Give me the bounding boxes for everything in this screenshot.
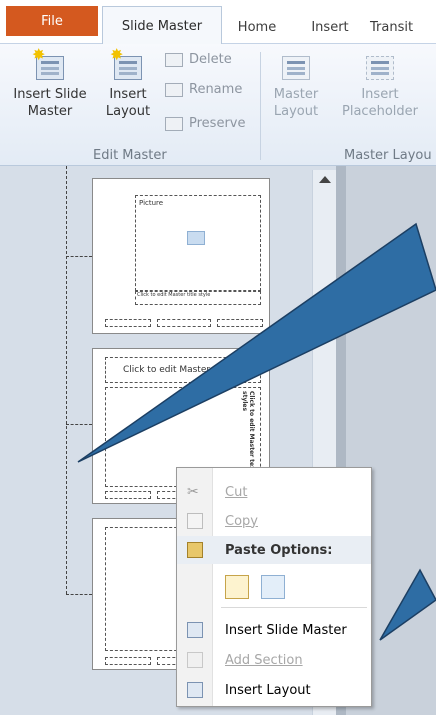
caption-placeholder-text: Click to edit Master title style [137, 292, 211, 298]
master-layout-label-1: Master [273, 87, 319, 102]
paste-keep-formatting-icon[interactable] [225, 575, 249, 599]
date-placeholder [105, 657, 151, 665]
picture-placeholder-label: Picture [139, 199, 164, 207]
menu-item-insert-slide-master[interactable]: Insert Slide Master [177, 616, 371, 644]
tree-branch-3 [66, 594, 92, 595]
edit-master-group-label: Edit Master [93, 148, 167, 163]
menu-item-cut-label: Cut [225, 484, 248, 500]
add-section-icon [187, 652, 203, 668]
insert-layout-button[interactable]: ✸ Insert Layout [100, 46, 156, 120]
master-layout-group-label: Master Layou [344, 148, 432, 163]
menu-item-copy[interactable]: Copy [177, 507, 371, 535]
paste-options-row [225, 575, 285, 599]
delete-label: Delete [189, 52, 232, 67]
rename-button[interactable]: Rename [165, 82, 242, 97]
menu-item-add-section[interactable]: Add Section [177, 646, 371, 674]
menu-item-insert-layout-label: Insert Layout [225, 682, 311, 698]
scroll-up-arrow-icon[interactable] [319, 176, 331, 183]
insert-slide-master-icon [187, 622, 203, 638]
menu-item-insert-layout[interactable]: Insert Layout [177, 676, 371, 704]
slide-number-placeholder [217, 319, 263, 327]
insert-layout-icon [187, 682, 203, 698]
picture-icon [187, 231, 205, 245]
title-placeholder-text: Click to edit Master title style [123, 365, 255, 375]
rename-icon [165, 82, 183, 97]
tree-branch-1 [66, 256, 92, 257]
insert-placeholder-label-2: Placeholder [342, 104, 418, 119]
date-placeholder [105, 491, 151, 499]
tab-home[interactable]: Home [226, 10, 288, 44]
ribbon-tab-row: File Slide Master Home Insert Transit [0, 0, 436, 45]
menu-separator [221, 607, 367, 608]
scissors-icon: ✂ [187, 484, 199, 500]
rename-label: Rename [189, 82, 243, 97]
ribbon: ✸ Insert Slide Master ✸ Insert Layout De… [0, 44, 436, 166]
preserve-icon [165, 116, 183, 131]
master-tree-line [66, 166, 67, 594]
tab-insert[interactable]: Insert [300, 10, 360, 44]
menu-item-copy-label: Copy [225, 513, 258, 529]
delete-button[interactable]: Delete [165, 52, 232, 67]
preserve-label: Preserve [189, 116, 246, 131]
date-placeholder [105, 319, 151, 327]
group-separator [260, 52, 261, 160]
insert-layout-label-1: Insert [109, 87, 147, 102]
insert-placeholder-button[interactable]: Insert Placeholder [330, 50, 430, 120]
insert-placeholder-icon [364, 50, 396, 80]
menu-item-insert-slide-master-label: Insert Slide Master [225, 622, 347, 638]
preserve-button[interactable]: Preserve [165, 116, 245, 131]
layout-thumbnail-picture[interactable]: Picture Click to edit Master title style [92, 178, 270, 334]
menu-paste-options-header: Paste Options: [177, 536, 371, 564]
master-layout-icon [280, 50, 312, 80]
insert-layout-icon: ✸ [110, 46, 144, 80]
footer-placeholder [157, 319, 211, 327]
insert-slide-master-label-1: Insert Slide [13, 87, 87, 102]
insert-slide-master-icon: ✸ [32, 46, 66, 80]
copy-icon [187, 513, 203, 529]
master-layout-label-2: Layout [273, 104, 319, 119]
tree-branch-2 [66, 424, 92, 425]
master-layout-button[interactable]: Master Layout [266, 50, 326, 120]
delete-icon [165, 52, 183, 67]
menu-item-cut[interactable]: ✂ Cut [177, 478, 371, 506]
tab-transitions[interactable]: Transit [370, 10, 436, 44]
paste-icon [187, 542, 203, 558]
menu-item-add-section-label: Add Section [225, 652, 303, 668]
paste-picture-icon[interactable] [261, 575, 285, 599]
insert-layout-label-2: Layout [105, 104, 151, 119]
context-menu: ✂ Cut Copy Paste Options: Insert Slide M… [176, 467, 372, 707]
tab-slide-master[interactable]: Slide Master [102, 6, 222, 45]
menu-paste-options-label: Paste Options: [225, 542, 333, 558]
insert-placeholder-label-1: Insert [361, 87, 399, 102]
insert-slide-master-label-2: Master [27, 104, 73, 119]
insert-slide-master-button[interactable]: ✸ Insert Slide Master [4, 46, 96, 120]
tab-file[interactable]: File [6, 6, 98, 36]
